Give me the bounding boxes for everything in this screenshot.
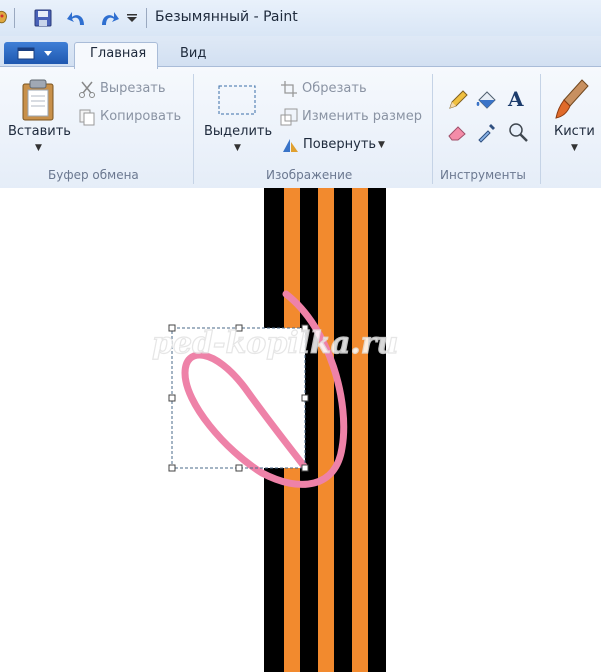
tools-group-label: Инструменты <box>440 168 526 182</box>
selection-handle <box>301 464 309 472</box>
clipboard-group-label: Буфер обмена <box>48 168 139 182</box>
selection-handle <box>168 464 176 472</box>
save-icon[interactable] <box>34 9 52 27</box>
canvas-drawing: ped-kopilka.ru <box>151 188 399 672</box>
file-menu-button[interactable] <box>4 42 68 64</box>
window-title: Безымянный - Paint <box>155 9 298 25</box>
brushes-button[interactable]: Кисти <box>554 124 595 139</box>
copy-button[interactable]: Копировать <box>100 109 181 124</box>
select-dropdown-icon[interactable]: ▼ <box>234 143 241 153</box>
pencil-icon[interactable] <box>446 88 470 112</box>
image-group-label: Изображение <box>266 168 353 182</box>
group-separator-2 <box>432 74 433 184</box>
tab-home-label: Главная <box>90 46 147 61</box>
undo-icon[interactable] <box>66 9 90 27</box>
cut-button[interactable]: Вырезать <box>100 81 166 96</box>
watermark: ped-kopilka.ru <box>152 326 398 361</box>
file-menu-icon <box>17 47 52 60</box>
rotate-dropdown-icon[interactable]: ▼ <box>378 140 385 150</box>
paint-app-icon[interactable] <box>0 9 10 27</box>
cut-icon <box>79 81 95 98</box>
redo-icon[interactable] <box>96 9 120 27</box>
brush-icon[interactable] <box>552 76 592 122</box>
color-picker-icon[interactable] <box>475 120 499 144</box>
rotate-button[interactable]: Повернуть <box>303 137 376 152</box>
resize-icon <box>280 108 298 126</box>
text-tool-icon[interactable]: A <box>508 87 524 111</box>
paste-button[interactable]: Вставить <box>8 124 71 139</box>
paste-icon[interactable] <box>21 78 57 122</box>
crop-icon <box>281 81 297 97</box>
select-button[interactable]: Выделить <box>204 124 272 139</box>
selection-handle <box>235 464 243 472</box>
group-separator-3 <box>540 74 541 184</box>
ribbon-stripe <box>352 188 368 672</box>
tab-view[interactable]: Вид <box>180 46 206 61</box>
ribbon-stripe <box>318 188 334 672</box>
drawing-canvas[interactable]: ped-kopilka.ru <box>0 188 601 672</box>
selection-handle <box>168 394 176 402</box>
title-separator-2 <box>146 8 147 28</box>
customize-qat-icon[interactable] <box>126 12 138 24</box>
ribbon-stripe <box>368 188 386 672</box>
eraser-icon[interactable] <box>446 120 470 144</box>
paste-dropdown-icon[interactable]: ▼ <box>35 143 42 153</box>
rotate-icon <box>283 139 298 152</box>
selection-handle <box>301 394 309 402</box>
title-bar <box>0 0 601 36</box>
group-separator <box>193 74 194 184</box>
crop-button[interactable]: Обрезать <box>302 81 367 96</box>
resize-button[interactable]: Изменить размер <box>302 109 422 124</box>
brushes-dropdown-icon[interactable]: ▼ <box>571 143 578 153</box>
magnifier-icon[interactable] <box>506 120 530 144</box>
fill-bucket-icon[interactable] <box>475 88 499 112</box>
copy-icon <box>79 109 95 126</box>
title-separator <box>14 8 15 28</box>
select-icon[interactable] <box>217 84 257 116</box>
